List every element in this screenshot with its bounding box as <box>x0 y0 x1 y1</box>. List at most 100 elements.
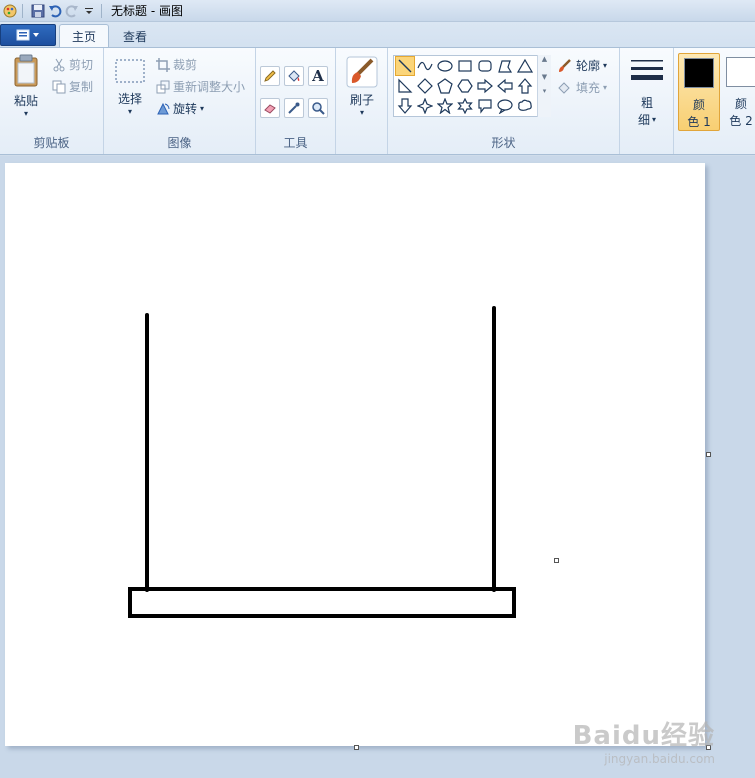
brushes-dropdown-icon[interactable]: ▾ <box>360 108 364 117</box>
quick-access-separator <box>22 3 23 18</box>
size-button[interactable]: 粗 细 ▾ <box>629 58 665 128</box>
rectangle-shape[interactable] <box>455 56 475 76</box>
text-icon: A <box>312 67 324 85</box>
scroll-down-icon[interactable]: ▼ <box>538 73 551 81</box>
base-rectangle <box>128 587 516 618</box>
pentagon-shape[interactable] <box>435 76 455 96</box>
text-tool[interactable]: A <box>308 66 328 86</box>
canvas-drawing <box>128 306 516 618</box>
customize-quick-access-icon[interactable] <box>82 4 96 18</box>
diamond-shape[interactable] <box>415 76 435 96</box>
rounded-callout-shape[interactable] <box>475 96 495 116</box>
resize-icon <box>156 80 170 93</box>
cut-button[interactable]: 剪切 <box>52 56 93 73</box>
right-triangle-shape[interactable] <box>395 76 415 96</box>
five-point-star-shape[interactable] <box>435 96 455 116</box>
save-icon[interactable] <box>31 4 45 18</box>
rotate-button[interactable]: 旋转 ▾ <box>156 100 204 117</box>
shapes-gallery-scrollbar[interactable]: ▲ ▼ ▾ <box>537 55 551 117</box>
polygon-shape[interactable] <box>495 56 515 76</box>
size-label-bottom: 细 <box>637 113 650 127</box>
eraser-tool[interactable] <box>260 98 280 118</box>
brush-icon <box>346 56 378 88</box>
triangle-shape[interactable] <box>515 56 535 76</box>
eyedropper-icon <box>288 102 300 114</box>
clipboard-group: 粘贴 ▾ 剪切 复制 剪贴板 <box>0 48 104 154</box>
outline-button[interactable]: 轮廓 ▾ <box>557 57 607 74</box>
paint-menu-button[interactable] <box>0 24 56 46</box>
color-1-swatch <box>684 58 714 88</box>
select-dropdown-icon[interactable]: ▾ <box>128 107 132 116</box>
rectangle-icon <box>458 60 472 72</box>
line-shape[interactable] <box>395 56 415 76</box>
down-arrow-icon <box>397 98 413 114</box>
oval-shape[interactable] <box>435 56 455 76</box>
tab-home[interactable]: 主页 <box>59 24 110 48</box>
fill-tool[interactable] <box>284 66 304 86</box>
clipboard-group-label: 剪贴板 <box>33 136 70 150</box>
resize-handle-right[interactable] <box>706 452 711 457</box>
undo-icon[interactable] <box>48 4 62 18</box>
color-picker-tool[interactable] <box>284 98 304 118</box>
size-group: 粗 细 ▾ <box>620 48 674 154</box>
paint-app-icon[interactable] <box>3 4 17 18</box>
rotate-icon <box>157 102 170 114</box>
color-2-label-top: 颜 <box>734 97 747 111</box>
redo-icon[interactable] <box>65 4 79 18</box>
window-title: 无标题 - 画图 <box>111 4 183 18</box>
right-triangle-icon <box>398 78 413 93</box>
rounded-rectangle-shape[interactable] <box>475 56 495 76</box>
canvas-workspace[interactable]: Baidu经验 jingyan.baidu.com <box>0 156 755 778</box>
brushes-group: 刷子 ▾ <box>336 48 388 154</box>
select-button[interactable]: 选择 ▾ <box>112 58 148 116</box>
up-arrow-shape[interactable] <box>515 76 535 96</box>
six-point-star-shape[interactable] <box>455 96 475 116</box>
watermark-url: jingyan.baidu.com <box>604 752 715 766</box>
ribbon: 粘贴 ▾ 剪切 复制 剪贴板 选择 ▾ 裁剪 重新调整大小 旋转 ▾ 图像 A … <box>0 47 755 155</box>
resize-handle-bottom[interactable] <box>354 745 359 750</box>
gallery-expand-icon[interactable]: ▾ <box>538 87 551 95</box>
pencil-tool[interactable] <box>260 66 280 86</box>
oval-callout-icon <box>497 99 513 114</box>
line-icon <box>398 59 412 73</box>
title-bar: 无标题 - 画图 <box>0 0 755 22</box>
crop-icon <box>156 57 170 72</box>
hexagon-shape[interactable] <box>455 76 475 96</box>
color-1-label-top: 颜 <box>692 98 705 112</box>
crop-button[interactable]: 裁剪 <box>156 56 197 73</box>
resize-button[interactable]: 重新调整大小 <box>156 78 245 95</box>
outline-dropdown-icon[interactable]: ▾ <box>603 61 607 70</box>
rounded-callout-icon <box>478 99 492 114</box>
fill-dropdown-icon[interactable]: ▾ <box>603 83 607 92</box>
tab-view[interactable]: 查看 <box>111 24 159 48</box>
drawing-canvas[interactable] <box>5 163 705 746</box>
shapes-group-label: 形状 <box>491 136 516 150</box>
down-arrow-shape[interactable] <box>395 96 415 116</box>
four-point-star-shape[interactable] <box>415 96 435 116</box>
fill-button[interactable]: 填充 ▾ <box>557 79 607 96</box>
curve-shape[interactable] <box>415 56 435 76</box>
right-arrow-icon <box>477 78 493 94</box>
scroll-up-icon[interactable]: ▲ <box>538 55 551 63</box>
magnifier-tool[interactable] <box>308 98 328 118</box>
size-dropdown-icon[interactable]: ▾ <box>652 115 656 124</box>
four-point-star-icon <box>417 98 433 114</box>
tools-group-label: 工具 <box>283 136 308 150</box>
color-2-button[interactable]: 颜 色 2 <box>724 53 755 131</box>
cloud-callout-shape[interactable] <box>515 96 535 116</box>
copy-button[interactable]: 复制 <box>52 78 93 95</box>
rotate-dropdown-icon[interactable]: ▾ <box>200 104 204 113</box>
paste-dropdown-icon[interactable]: ▾ <box>24 109 28 118</box>
stray-selection-handle[interactable] <box>554 558 559 563</box>
oval-icon <box>437 60 453 72</box>
color-1-button[interactable]: 颜 色 1 <box>678 53 720 131</box>
brushes-button[interactable]: 刷子 ▾ <box>344 56 380 117</box>
left-arrow-shape[interactable] <box>495 76 515 96</box>
right-arrow-shape[interactable] <box>475 76 495 96</box>
six-point-star-icon <box>457 98 473 114</box>
paste-button[interactable]: 粘贴 ▾ <box>8 54 44 118</box>
polygon-icon <box>498 60 513 73</box>
triangle-icon <box>517 58 533 73</box>
oval-callout-shape[interactable] <box>495 96 515 116</box>
curve-icon <box>417 61 433 71</box>
